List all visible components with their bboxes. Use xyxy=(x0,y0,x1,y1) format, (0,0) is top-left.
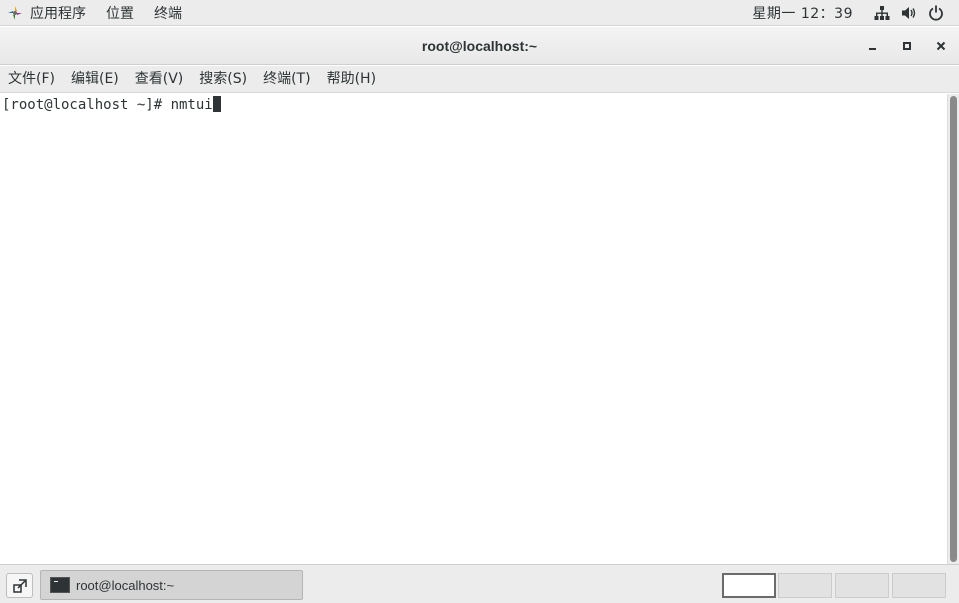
window-title: root@localhost:~ xyxy=(421,38,538,54)
show-desktop-icon xyxy=(12,578,27,593)
terminal-line: [root@localhost ~]# nmtui xyxy=(2,96,221,114)
volume-icon[interactable] xyxy=(900,4,918,22)
show-desktop-button[interactable] xyxy=(6,573,33,598)
shell-prompt: [root@localhost ~]# xyxy=(2,97,171,113)
minimize-icon xyxy=(869,48,876,50)
top-panel: 应用程序 位置 终端 星期一 12：39 xyxy=(0,0,959,26)
taskbar-window-label: root@localhost:~ xyxy=(76,577,175,593)
maximize-button[interactable] xyxy=(897,36,917,56)
terminal-area[interactable]: [root@localhost ~]# nmtui xyxy=(0,94,947,564)
network-icon[interactable] xyxy=(873,4,891,22)
terminal-scrollbar[interactable] xyxy=(947,94,959,564)
menu-edit[interactable]: 编辑(E) xyxy=(63,66,127,93)
bottom-taskbar: root@localhost:~ xyxy=(0,564,959,603)
places-menu[interactable]: 位置 xyxy=(106,3,154,23)
scrollbar-thumb[interactable] xyxy=(950,96,957,562)
menu-terminal[interactable]: 终端(T) xyxy=(255,66,318,93)
menu-search[interactable]: 搜索(S) xyxy=(191,66,255,93)
workspace-4[interactable] xyxy=(892,573,946,598)
terminal-menubar: 文件(F) 编辑(E) 查看(V) 搜索(S) 终端(T) 帮助(H) xyxy=(0,66,959,93)
workspace-3[interactable] xyxy=(835,573,889,598)
menu-view[interactable]: 查看(V) xyxy=(127,66,192,93)
maximize-icon xyxy=(903,42,911,50)
typed-command: nmtui xyxy=(170,97,213,113)
power-icon[interactable] xyxy=(927,4,945,22)
close-icon xyxy=(936,41,946,51)
close-button[interactable] xyxy=(931,36,951,56)
menu-file[interactable]: 文件(F) xyxy=(0,66,63,93)
apps-logo-icon[interactable] xyxy=(8,5,22,20)
window-titlebar[interactable]: root@localhost:~ xyxy=(0,27,959,65)
menu-help[interactable]: 帮助(H) xyxy=(319,66,384,93)
applications-menu[interactable]: 应用程序 xyxy=(30,3,106,23)
top-menu: 应用程序 位置 终端 xyxy=(30,3,196,23)
status-area: 星期一 12：39 xyxy=(752,0,959,26)
clock[interactable]: 星期一 12：39 xyxy=(752,3,853,23)
taskbar-window-terminal[interactable]: root@localhost:~ xyxy=(40,570,303,600)
minimize-button[interactable] xyxy=(863,36,883,56)
text-cursor xyxy=(212,96,221,112)
terminal-app-menu[interactable]: 终端 xyxy=(154,3,196,23)
terminal-icon xyxy=(50,577,70,593)
workspace-2[interactable] xyxy=(778,573,832,598)
workspace-1[interactable] xyxy=(722,573,776,598)
